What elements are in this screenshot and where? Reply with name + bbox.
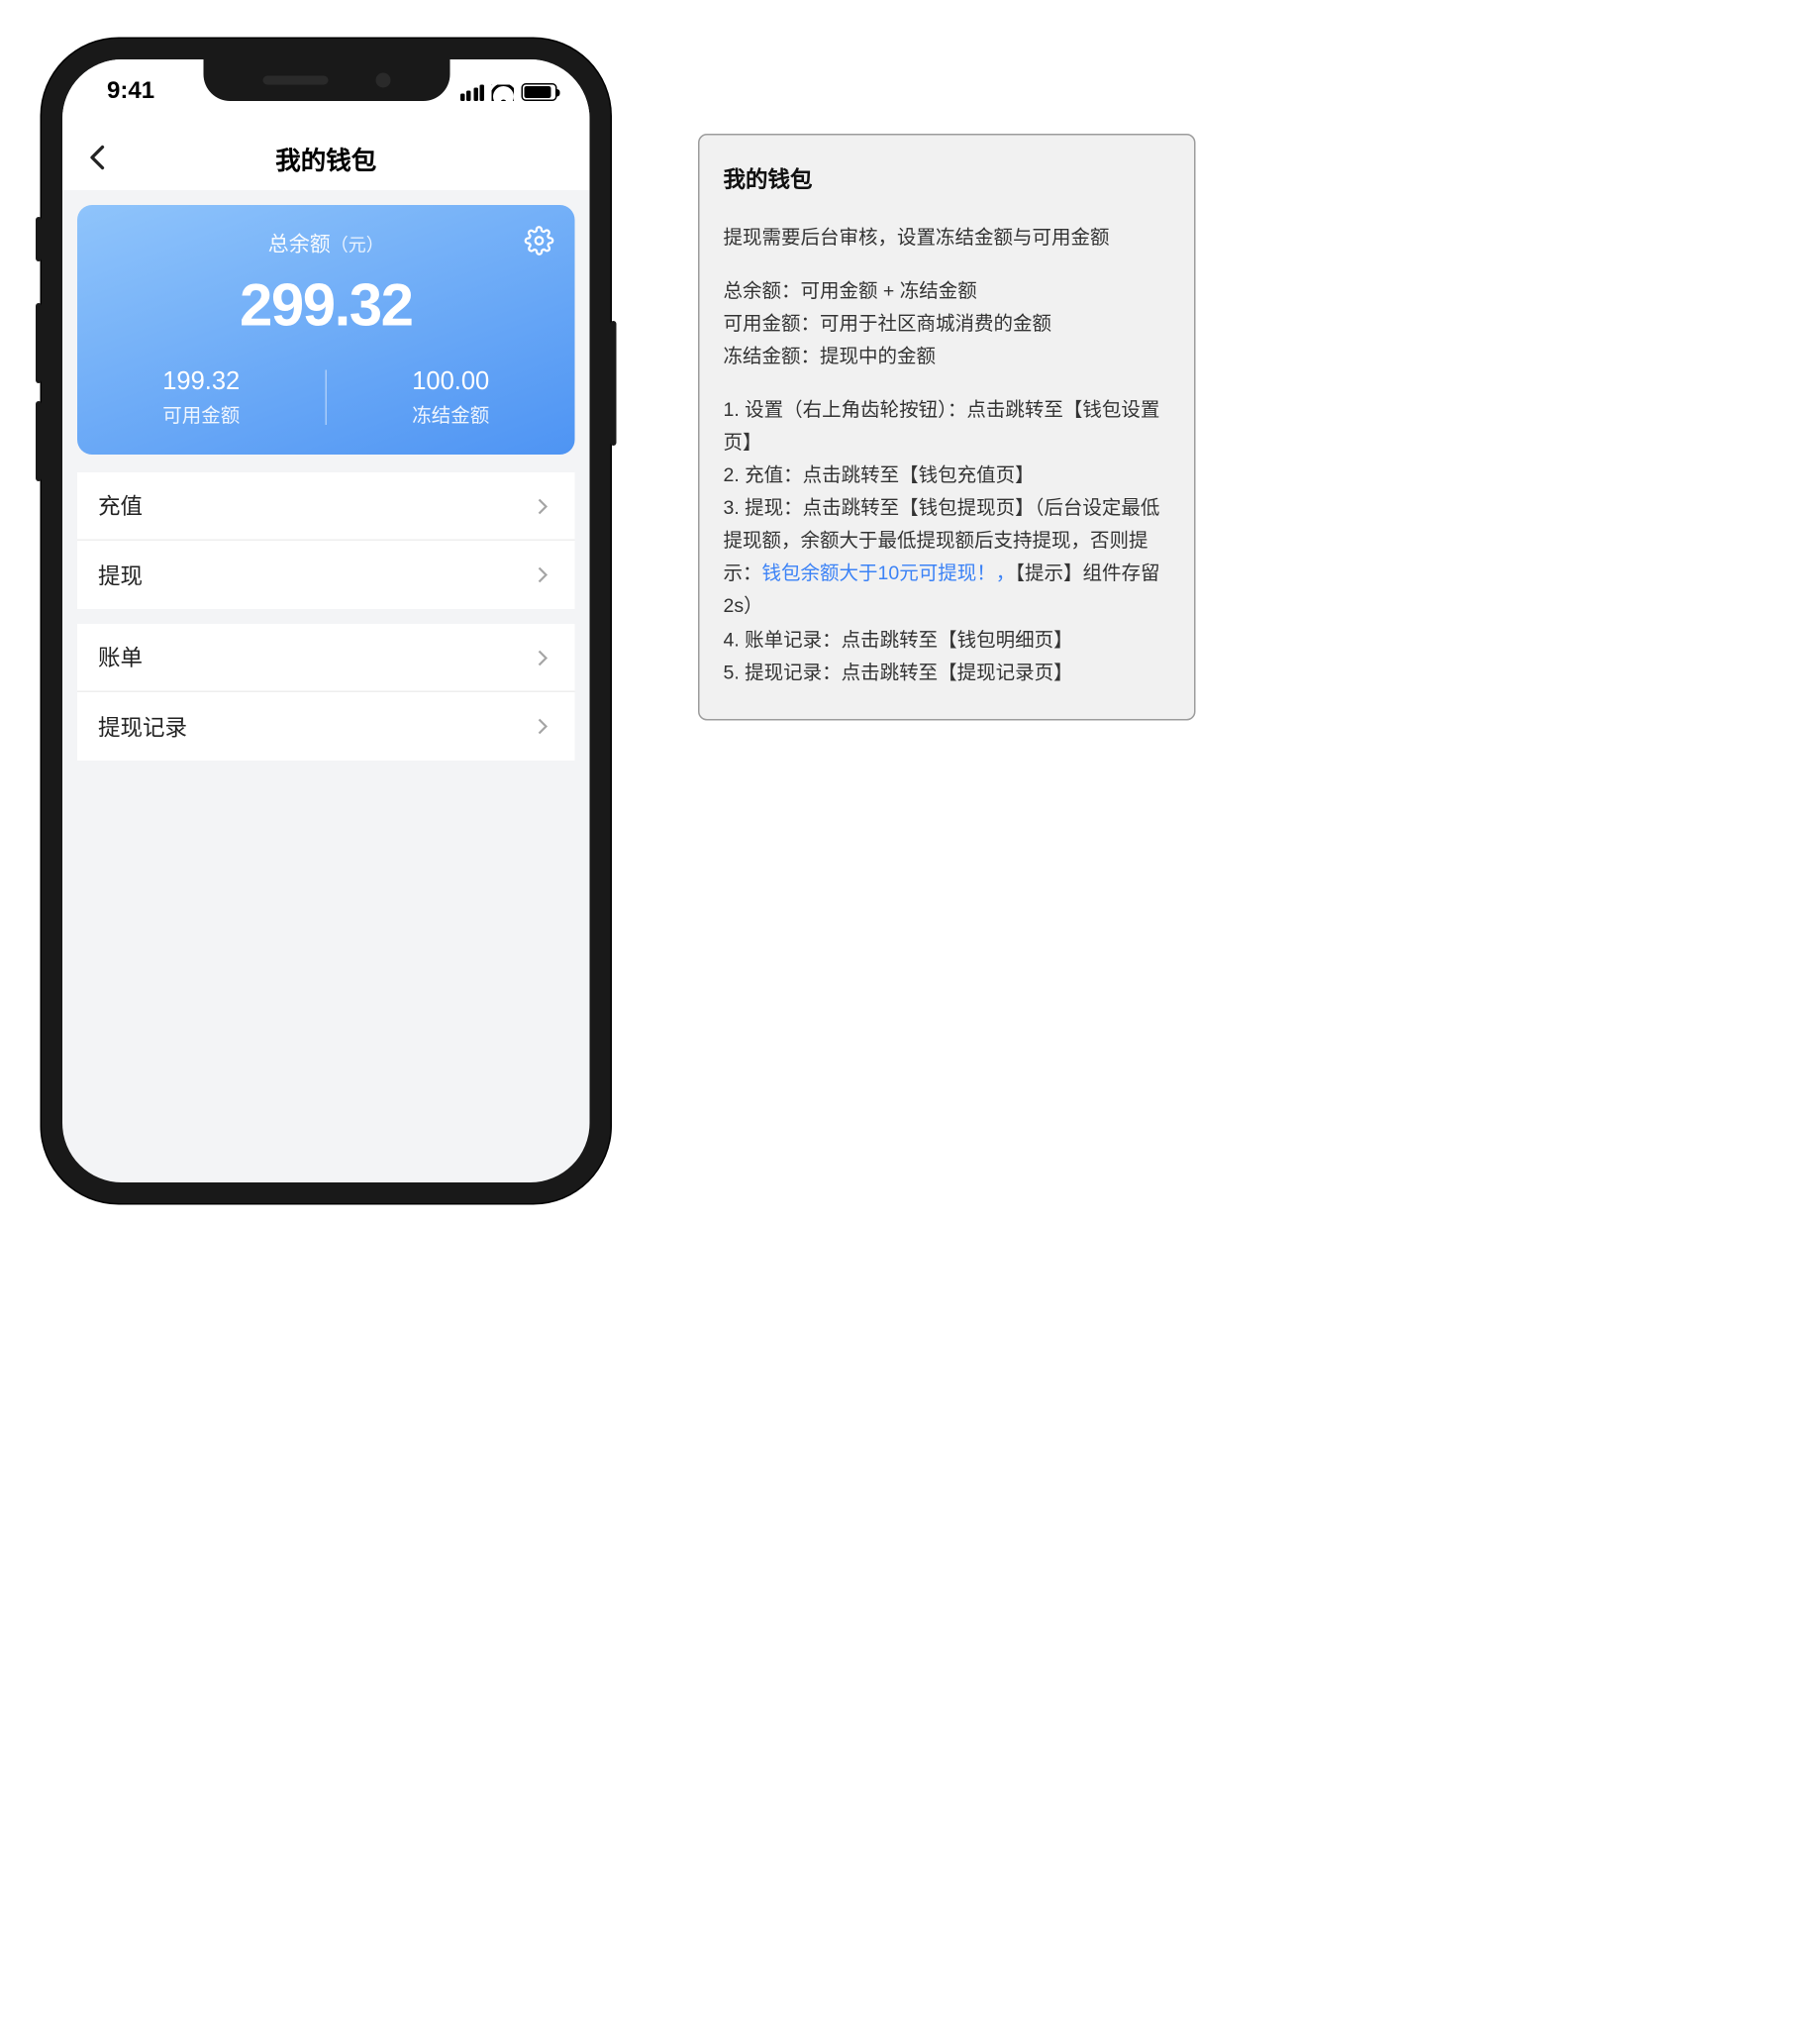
nav-bar: 我的钱包 [62, 125, 590, 190]
menu-item-withdraw-history[interactable]: 提现记录 [77, 692, 575, 761]
status-indicators [459, 83, 556, 101]
balance-card: 总余额（元） 299.32 199.32 可用金额 100.00 冻结金额 [77, 205, 575, 455]
chevron-right-icon [531, 494, 554, 518]
chevron-right-icon [531, 715, 554, 739]
phone-mockup: 9:41 我的钱包 [42, 39, 611, 1203]
spec-note: 我的钱包 提现需要后台审核，设置冻结金额与可用金额 总余额：可用金额 + 冻结金… [698, 134, 1196, 720]
menu-group-2: 账单 提现记录 [77, 624, 575, 761]
wifi-icon [492, 84, 515, 101]
menu-item-label: 账单 [98, 642, 143, 673]
menu-item-recharge[interactable]: 充值 [77, 472, 575, 541]
menu-item-withdraw[interactable]: 提现 [77, 541, 575, 609]
battery-icon [522, 83, 557, 101]
cellular-signal-icon [459, 84, 484, 101]
balance-total-label: 总余额（元） [77, 229, 575, 258]
side-button [36, 217, 42, 261]
status-time: 9:41 [107, 79, 154, 106]
menu-group-1: 充值 提现 [77, 472, 575, 609]
page-title: 我的钱包 [275, 139, 376, 176]
spec-paragraph: 提现需要后台审核，设置冻结金额与可用金额 [724, 221, 1171, 254]
chevron-right-icon [531, 563, 554, 587]
spec-title: 我的钱包 [724, 162, 1171, 200]
side-button [36, 401, 42, 481]
chevron-right-icon [531, 646, 554, 669]
side-button [611, 321, 617, 446]
balance-total-amount: 299.32 [77, 273, 575, 341]
balance-available: 199.32 可用金额 [77, 367, 326, 429]
phone-screen: 9:41 我的钱包 [62, 59, 590, 1182]
frozen-value: 100.00 [327, 367, 575, 397]
back-button[interactable] [80, 140, 116, 175]
menu-item-bills[interactable]: 账单 [77, 624, 575, 692]
side-button [36, 303, 42, 383]
spec-definitions: 总余额：可用金额 + 冻结金额 可用金额：可用于社区商城消费的金额 冻结金额：提… [724, 274, 1171, 372]
frozen-label: 冻结金额 [327, 400, 575, 429]
spec-highlight: 钱包余额大于10元可提现！， [762, 562, 1016, 585]
menu-item-label: 充值 [98, 490, 143, 522]
balance-frozen: 100.00 冻结金额 [327, 367, 575, 429]
menu-item-label: 提现记录 [98, 711, 187, 743]
available-value: 199.32 [77, 367, 326, 397]
available-label: 可用金额 [77, 400, 326, 429]
menu-item-label: 提现 [98, 560, 143, 591]
spec-list: 1. 设置（右上角齿轮按钮）：点击跳转至【钱包设置页】 2. 充值：点击跳转至【… [724, 393, 1171, 688]
phone-notch [203, 59, 450, 101]
